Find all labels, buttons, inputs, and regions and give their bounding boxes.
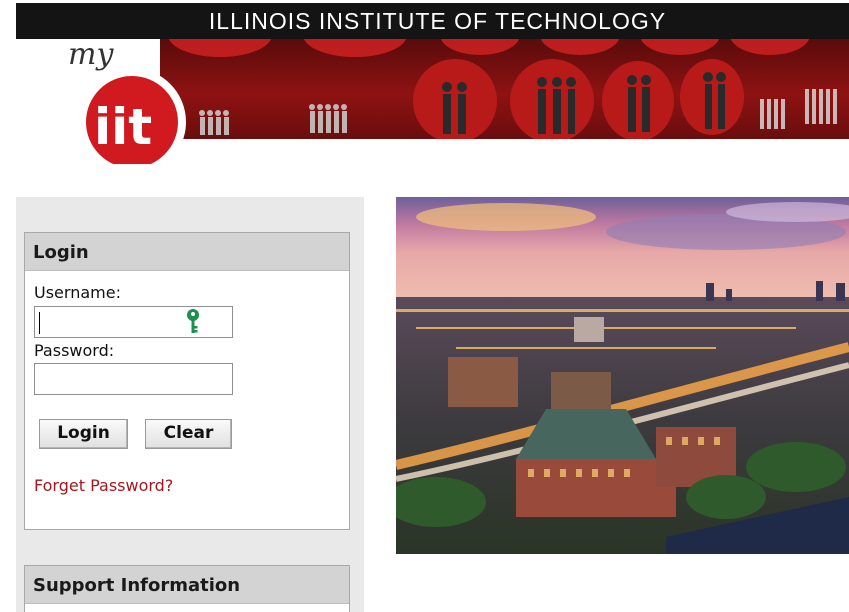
- key-icon: [185, 308, 201, 336]
- password-input[interactable]: [34, 363, 233, 395]
- myiit-logo[interactable]: my iit: [40, 34, 230, 188]
- password-label: Password:: [34, 341, 115, 360]
- support-panel: Support Information: [24, 565, 350, 612]
- text-caret: [39, 312, 40, 334]
- login-button[interactable]: Login: [39, 419, 128, 449]
- institution-title: ILLINOIS INSTITUTE OF TECHNOLOGY: [208, 8, 667, 34]
- header-banner-image: [160, 39, 849, 139]
- forgot-password-link[interactable]: Forget Password?: [34, 476, 173, 495]
- campus-photo-graphic: [396, 197, 849, 554]
- login-panel-title: Login: [25, 233, 349, 271]
- username-input[interactable]: [34, 306, 233, 338]
- campus-skyline-photo: [396, 197, 849, 554]
- username-label: Username:: [34, 283, 121, 302]
- logo-graphic: my iit: [47, 37, 186, 188]
- support-panel-title: Support Information: [25, 566, 349, 604]
- banner-pattern: [168, 39, 837, 139]
- logo-iit-text: iit: [94, 98, 152, 156]
- page: ILLINOIS INSTITUTE OF TECHNOLOGY my iit …: [0, 0, 849, 612]
- logo-my-text: my: [68, 37, 114, 72]
- clear-button[interactable]: Clear: [145, 419, 232, 449]
- login-panel: Login Username: Password: Login Clear Fo…: [24, 232, 350, 530]
